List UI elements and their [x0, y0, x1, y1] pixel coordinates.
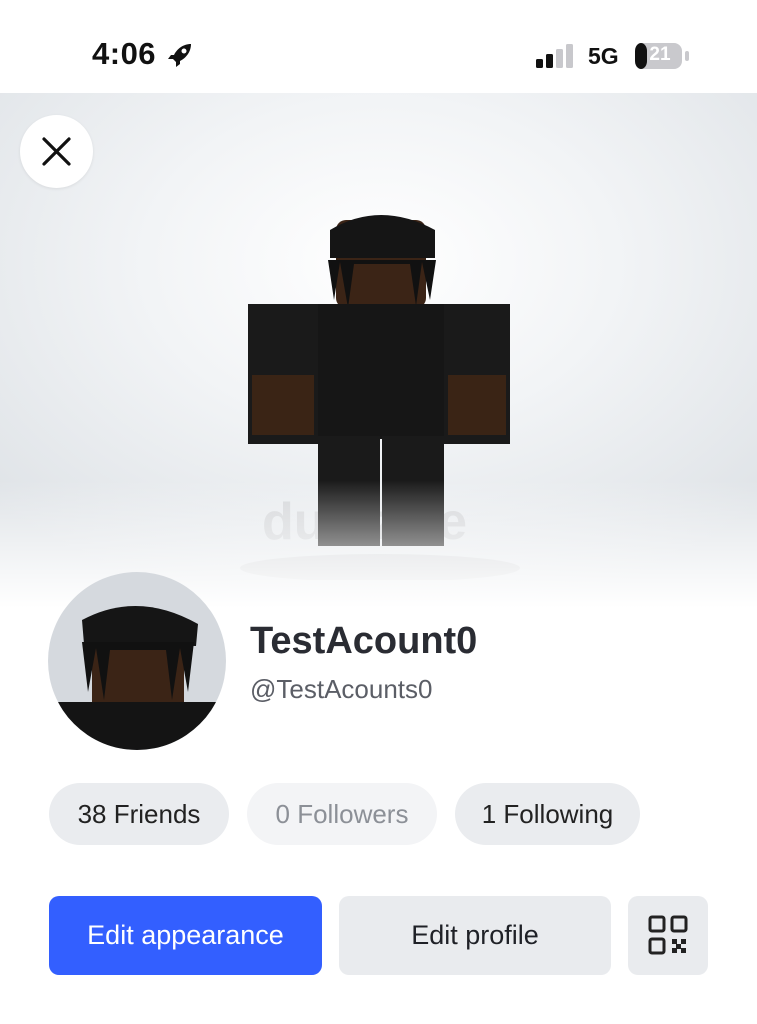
edit-profile-button[interactable]: Edit profile: [339, 896, 611, 975]
status-time: 4:06: [92, 36, 157, 71]
close-button[interactable]: [20, 115, 93, 188]
battery-level: 21: [649, 44, 671, 65]
status-bar: 4:06 5G 21: [0, 0, 757, 93]
avatar-headshot-image: [48, 605, 226, 750]
display-name: TestAcount0: [250, 620, 478, 662]
edit-appearance-button[interactable]: Edit appearance: [49, 896, 322, 975]
battery-indicator: 21: [634, 42, 690, 70]
avatar-headshot[interactable]: [48, 572, 226, 750]
close-icon: [42, 137, 71, 166]
rocket-icon: [168, 44, 191, 67]
username: @TestAcounts0: [250, 674, 433, 704]
friends-pill[interactable]: 38 Friends: [49, 783, 229, 845]
cellular-signal-icon: [536, 44, 573, 68]
network-type: 5G: [588, 43, 619, 69]
followers-pill[interactable]: 0 Followers: [247, 783, 437, 845]
following-pill[interactable]: 1 Following: [455, 783, 640, 845]
qr-code-button[interactable]: [628, 896, 708, 975]
qr-code-icon: [648, 915, 688, 955]
